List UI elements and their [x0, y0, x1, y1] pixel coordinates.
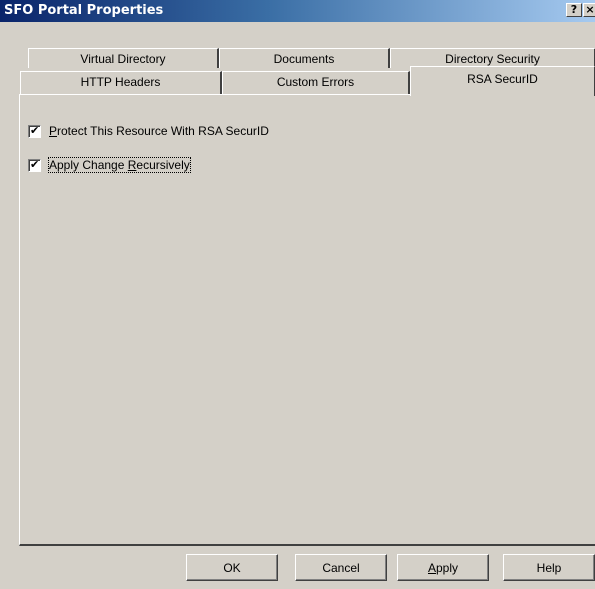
tab-custom-errors[interactable]: Custom Errors	[222, 71, 410, 94]
checkmark-icon: ✔	[30, 157, 40, 171]
help-button[interactable]: Help	[503, 554, 595, 581]
checkmark-icon: ✔	[30, 123, 40, 137]
protect-resource-label: Protect This Resource With RSA SecurID	[49, 124, 269, 138]
tab-virtual-directory[interactable]: Virtual Directory	[28, 48, 219, 68]
protect-resource-checkbox[interactable]: ✔	[28, 123, 41, 138]
tab-directory-security[interactable]: Directory Security	[390, 48, 595, 68]
apply-recursively-checkbox[interactable]: ✔	[28, 157, 41, 172]
close-icon[interactable]: ×	[583, 3, 595, 17]
tab-documents[interactable]: Documents	[219, 48, 390, 68]
tab-http-headers[interactable]: HTTP Headers	[20, 71, 222, 94]
tab-rsa-securid[interactable]: RSA SecurID	[410, 66, 595, 96]
ok-button[interactable]: OK	[186, 554, 278, 581]
cancel-button[interactable]: Cancel	[295, 554, 387, 581]
apply-button[interactable]: Apply	[397, 554, 489, 581]
title-bar: SFO Portal Properties ? ×	[0, 0, 595, 22]
help-icon[interactable]: ?	[566, 3, 582, 17]
apply-recursively-checkbox-row[interactable]: ✔ Apply Change Recursively	[28, 157, 191, 173]
protect-resource-checkbox-row[interactable]: ✔ Protect This Resource With RSA SecurID	[28, 123, 269, 139]
window-title: SFO Portal Properties	[4, 3, 164, 18]
apply-recursively-label: Apply Change Recursively	[48, 157, 191, 173]
